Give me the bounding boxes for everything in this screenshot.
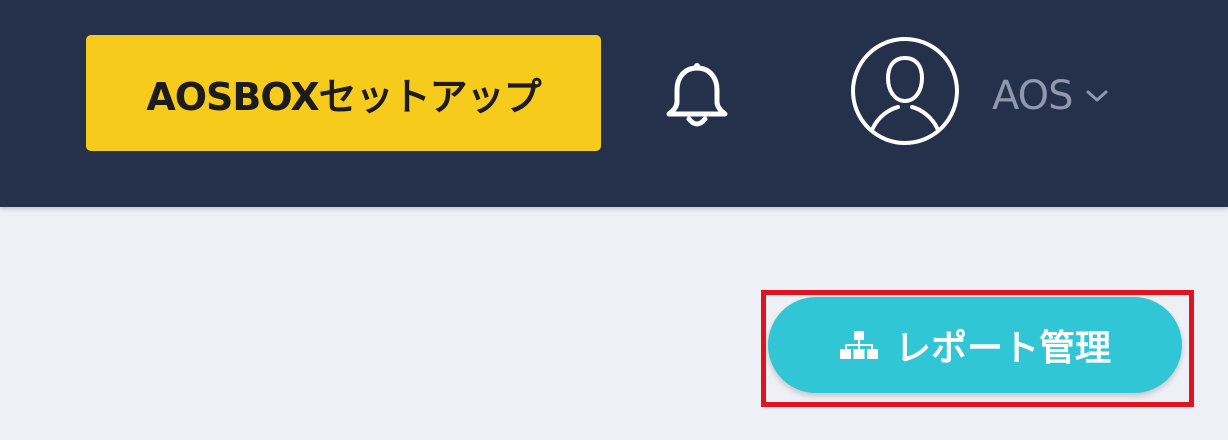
user-avatar-icon[interactable] xyxy=(850,36,960,146)
chevron-down-icon xyxy=(1086,90,1108,102)
sitemap-icon xyxy=(839,331,878,359)
user-name: AOS xyxy=(992,73,1074,119)
top-header-bar: AOSBOXセットアップ AOS xyxy=(0,0,1228,207)
bell-icon[interactable] xyxy=(664,62,730,130)
report-management-button[interactable]: レポート管理 xyxy=(768,297,1182,393)
report-button-label: レポート管理 xyxy=(894,328,1111,369)
user-menu[interactable]: AOS xyxy=(992,66,1109,126)
aosbox-setup-button[interactable]: AOSBOXセットアップ xyxy=(86,35,601,151)
